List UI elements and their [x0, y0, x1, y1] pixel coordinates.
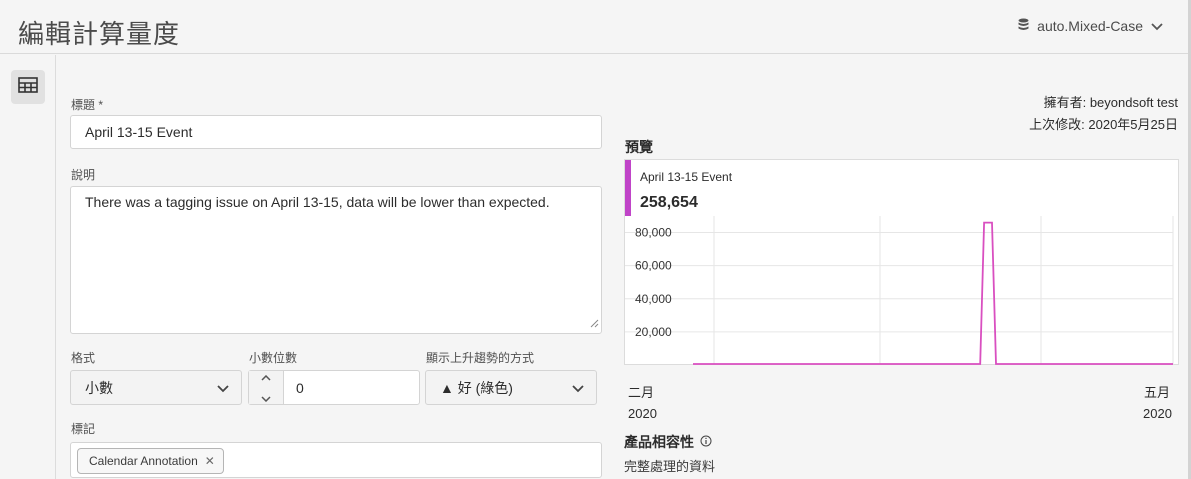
preview-title: 預覽 — [625, 139, 653, 155]
format-label: 格式 — [71, 351, 96, 365]
info-icon[interactable] — [700, 434, 712, 450]
top-bar: 編輯計算量度 auto.Mixed-Case — [0, 0, 1191, 54]
rail-components-button[interactable] — [11, 70, 45, 104]
title-label-text: 標題 — [71, 98, 96, 112]
metadata: 擁有者: beyondsoft test 上次修改: 2020年5月25日 — [1029, 92, 1178, 136]
chevron-up-icon[interactable] — [261, 368, 271, 386]
database-icon — [1018, 18, 1029, 34]
preview-chart: 80,000 60,000 40,000 20,000 — [625, 216, 1174, 365]
chevron-down-icon[interactable] — [261, 389, 271, 407]
x-label-right-month: 五月 — [1144, 385, 1171, 400]
decimals-value[interactable]: 0 — [284, 371, 316, 404]
components-icon — [18, 76, 38, 98]
required-mark: * — [98, 98, 104, 112]
modified-line: 上次修改: 2020年5月25日 — [1029, 114, 1178, 136]
tag-label: Calendar Annotation — [89, 454, 198, 468]
owner-value: beyondsoft test — [1089, 95, 1178, 110]
compat-title-text: 產品相容性 — [624, 434, 694, 450]
y-tick-label: 80,000 — [635, 226, 672, 240]
resize-handle-icon[interactable] — [589, 315, 599, 331]
compat-title: 產品相容性 — [624, 432, 712, 452]
owner-line: 擁有者: beyondsoft test — [1029, 92, 1178, 114]
description-label: 說明 — [71, 168, 96, 182]
page-title: 編輯計算量度 — [18, 19, 181, 49]
modified-label: 上次修改: — [1029, 117, 1085, 132]
chevron-down-icon — [1151, 18, 1163, 34]
chevron-down-icon — [572, 380, 584, 396]
decimals-label: 小數位數 — [249, 351, 298, 365]
format-value: 小數 — [85, 379, 113, 396]
decimals-stepper[interactable]: 0 — [248, 370, 420, 405]
compat-subtitle: 完整處理的資料 — [624, 459, 716, 474]
report-suite-label: auto.Mixed-Case — [1037, 18, 1143, 34]
title-input[interactable]: April 13-15 Event — [70, 115, 602, 149]
close-icon[interactable]: ✕ — [205, 454, 215, 468]
tags-input[interactable]: Calendar Annotation ✕ — [70, 442, 602, 478]
tag-chip[interactable]: Calendar Annotation ✕ — [77, 448, 224, 474]
format-select[interactable]: 小數 — [70, 370, 242, 405]
description-textarea[interactable]: There was a tagging issue on April 13-15… — [70, 186, 602, 334]
preview-card: April 13-15 Event 258,654 80,000 60,000 40… — [624, 159, 1179, 365]
trend-select[interactable]: ▲ 好 (綠色) — [425, 370, 597, 405]
x-label-left-year: 2020 — [628, 406, 657, 421]
y-tick-label: 60,000 — [635, 259, 672, 273]
owner-label: 擁有者: — [1043, 95, 1087, 110]
left-rail — [0, 55, 56, 479]
y-tick-label: 20,000 — [635, 325, 672, 339]
trend-label: 顯示上升趨勢的方式 — [426, 351, 535, 365]
x-label-left-month: 二月 — [628, 385, 655, 400]
description-text: There was a tagging issue on April 13-15… — [85, 194, 550, 210]
chevron-down-icon — [217, 380, 229, 396]
y-tick-label: 40,000 — [635, 292, 672, 306]
series-line — [693, 221, 1173, 365]
x-label-right-year: 2020 — [1143, 406, 1172, 421]
tags-label: 標記 — [71, 422, 96, 436]
trend-value: ▲ 好 (綠色) — [440, 379, 513, 396]
title-label: 標題 * — [71, 96, 103, 113]
modified-value: 2020年5月25日 — [1088, 117, 1178, 132]
report-suite-selector[interactable]: auto.Mixed-Case — [1018, 18, 1163, 34]
stepper-buttons[interactable] — [249, 371, 284, 404]
